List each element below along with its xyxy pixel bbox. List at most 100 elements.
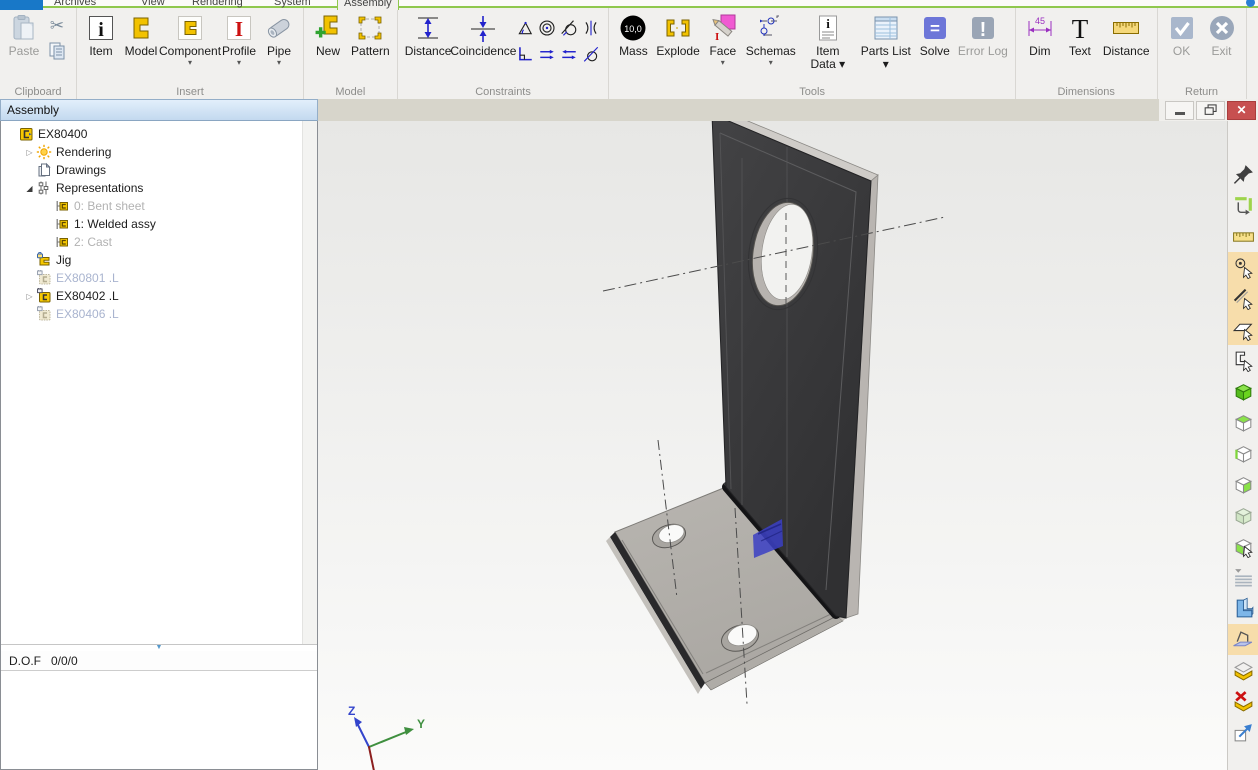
- opposite-constraint-icon[interactable]: [560, 45, 580, 65]
- button-label: Pattern: [351, 45, 390, 58]
- cube-top-icon[interactable]: [1228, 407, 1258, 438]
- tab-system[interactable]: System: [268, 0, 317, 8]
- delete-box-icon[interactable]: [1228, 686, 1258, 717]
- sketch-icon[interactable]: [1228, 624, 1258, 655]
- help-icon[interactable]: [1246, 0, 1255, 7]
- document-title-strip: Assembly ✕: [0, 99, 1258, 121]
- explode-button[interactable]: Explode: [653, 11, 702, 60]
- tree-item-0-bent-sheet[interactable]: 0: Bent sheet: [1, 197, 317, 215]
- tree-item-jig[interactable]: Jig: [1, 251, 317, 269]
- panel-splitter[interactable]: ▼: [1, 644, 317, 651]
- pin-icon[interactable]: [1228, 159, 1258, 190]
- button-label: Item: [89, 45, 112, 58]
- mass-button[interactable]: 10,0Mass: [613, 11, 653, 60]
- close-button[interactable]: ✕: [1227, 101, 1256, 120]
- cube-left-edge-icon[interactable]: [1228, 438, 1258, 469]
- tree-item-ex80402-l[interactable]: ▷ EX80402 .L: [1, 287, 317, 305]
- select-point-icon[interactable]: [1228, 252, 1258, 283]
- text-button[interactable]: TText: [1060, 11, 1100, 60]
- pipe-button[interactable]: Pipe▾: [259, 11, 299, 69]
- group-label-tools: Tools: [609, 86, 1014, 98]
- symmetry-constraint-icon[interactable]: [582, 19, 602, 39]
- tree-item-ex80406-l[interactable]: EX80406 .L: [1, 305, 317, 323]
- distance-button[interactable]: Distance: [1100, 11, 1153, 60]
- collapse-arrow-icon[interactable]: ◢: [23, 184, 36, 193]
- y-axis-label: Y: [417, 717, 425, 731]
- distance-button[interactable]: Distance: [402, 11, 455, 60]
- item-button[interactable]: iItem: [81, 11, 121, 60]
- tree-item-2-cast[interactable]: 2: Cast: [1, 233, 317, 251]
- component-button[interactable]: Component▾: [161, 11, 219, 69]
- tree-item-representations[interactable]: ◢Representations: [1, 179, 317, 197]
- error-log-button[interactable]: !Error Log: [955, 11, 1011, 60]
- solve-button[interactable]: =Solve: [915, 11, 955, 60]
- button-label: Item Data ▾: [802, 45, 854, 71]
- part-bracket-icon[interactable]: [1228, 593, 1258, 624]
- paste-button[interactable]: Paste: [4, 11, 44, 60]
- cut-button[interactable]: ✂: [46, 14, 70, 38]
- button-label: Distance: [1103, 45, 1150, 58]
- assembly-tree-panel: EX80400▷RenderingDrawings◢Representation…: [0, 121, 318, 770]
- tab-view[interactable]: View: [135, 0, 171, 8]
- bounding-box-icon[interactable]: [1228, 655, 1258, 686]
- item-data-button[interactable]: iItem Data ▾: [799, 11, 857, 73]
- antitangent-constraint-icon[interactable]: [582, 45, 602, 65]
- orientation-icon[interactable]: [1228, 190, 1258, 221]
- select-edge-icon[interactable]: [1228, 283, 1258, 314]
- tab-archives[interactable]: Archives: [48, 0, 102, 8]
- tree-item-label: EX80402 .L: [54, 289, 119, 303]
- part-locked-gray-icon: [36, 306, 54, 322]
- tab-rendering[interactable]: Rendering: [186, 0, 249, 8]
- paste-icon: [9, 13, 39, 43]
- tree-item-ex80801-l[interactable]: EX80801 .L: [1, 269, 317, 287]
- y-axis-arrow: [404, 727, 414, 735]
- tree-item-rendering[interactable]: ▷Rendering: [1, 143, 317, 161]
- parts-list-button[interactable]: Parts List ▾: [857, 11, 915, 73]
- button-label: Explode: [656, 45, 699, 58]
- assembly-panel-header[interactable]: Assembly: [0, 99, 318, 121]
- parallel-constraint-icon[interactable]: [538, 45, 558, 65]
- face-button[interactable]: IFace▾: [703, 11, 743, 69]
- export-icon[interactable]: [1228, 717, 1258, 748]
- cube-pale-icon[interactable]: [1228, 500, 1258, 531]
- tree-item-1-welded-assy[interactable]: 1: Welded assy: [1, 215, 317, 233]
- cube-solid-icon[interactable]: [1228, 376, 1258, 407]
- z-axis: [358, 725, 369, 747]
- copy-button[interactable]: [46, 40, 70, 64]
- expand-arrow-icon[interactable]: ▷: [23, 148, 36, 157]
- dropdown-arrow-icon: ▾: [721, 59, 725, 67]
- model-button[interactable]: Model: [121, 11, 161, 60]
- cube-right-face-icon[interactable]: [1228, 469, 1258, 500]
- tree-item-ex80400[interactable]: EX80400: [1, 125, 317, 143]
- measure-ruler-icon[interactable]: [1228, 221, 1258, 252]
- profile-button[interactable]: IProfile▾: [219, 11, 259, 69]
- ok-button[interactable]: OK: [1162, 11, 1202, 60]
- tangent-constraint-icon[interactable]: [560, 19, 580, 39]
- restore-button[interactable]: [1196, 101, 1225, 120]
- new-button[interactable]: New: [308, 11, 348, 60]
- cube-cursor-icon[interactable]: [1228, 531, 1258, 562]
- coincidence-button[interactable]: Coincidence: [454, 11, 512, 60]
- angle-constraint-icon[interactable]: [516, 19, 536, 39]
- tab-assembly[interactable]: Assembly: [337, 0, 399, 10]
- expand-arrow-icon[interactable]: ▷: [23, 292, 36, 301]
- select-face-icon[interactable]: [1228, 314, 1258, 345]
- 3d-viewport[interactable]: Z Y: [318, 121, 1227, 770]
- window-controls: ✕: [1159, 99, 1258, 121]
- dim-button[interactable]: 45Dim: [1020, 11, 1060, 60]
- tree-scrollbar[interactable]: [302, 121, 317, 644]
- mass-icon: 10,0: [618, 13, 648, 43]
- concentric-constraint-icon[interactable]: [538, 19, 558, 39]
- close-icon: ✕: [1236, 103, 1246, 117]
- exit-button[interactable]: Exit: [1202, 11, 1242, 60]
- pattern-button[interactable]: Pattern: [348, 11, 393, 60]
- part-locked-icon: [36, 288, 54, 304]
- file-menu-tab[interactable]: [0, 0, 43, 10]
- minimize-button[interactable]: [1165, 101, 1194, 120]
- perpendicular-constraint-icon[interactable]: [516, 45, 536, 65]
- schemas-button[interactable]: Schemas▾: [743, 11, 799, 69]
- select-component-icon[interactable]: [1228, 345, 1258, 376]
- group-label-return: Return: [1158, 86, 1246, 98]
- tree-item-drawings[interactable]: Drawings: [1, 161, 317, 179]
- list-dropdown-icon[interactable]: [1228, 562, 1258, 593]
